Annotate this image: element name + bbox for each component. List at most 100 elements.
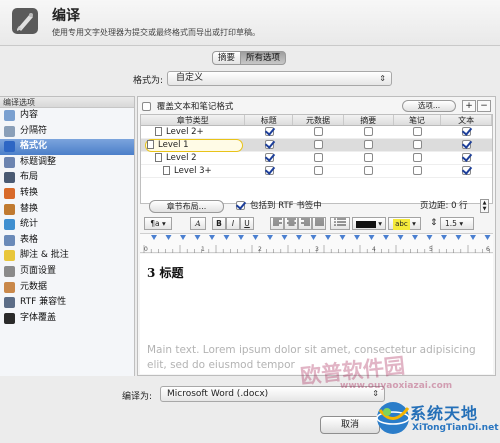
include-checkbox[interactable] — [462, 153, 472, 162]
sidebar-item-transform[interactable]: 转换 — [0, 186, 134, 202]
include-checkbox[interactable] — [313, 140, 323, 149]
include-checkbox[interactable] — [364, 166, 374, 175]
tab-stop-icon[interactable] — [470, 235, 476, 240]
font-button[interactable]: A — [190, 217, 206, 230]
include-checkbox[interactable] — [264, 153, 274, 162]
table-row[interactable]: Level 2+ — [141, 126, 492, 139]
include-checkbox[interactable] — [412, 153, 422, 162]
table-row[interactable]: Level 3+ — [141, 165, 492, 178]
highlight-button[interactable]: abc ▾ — [388, 217, 421, 230]
tab-stop-icon[interactable] — [412, 235, 418, 240]
include-checkbox[interactable] — [314, 127, 324, 136]
include-checkbox[interactable] — [462, 166, 472, 175]
text-color-button[interactable]: ▾ — [352, 217, 386, 230]
tab-summary[interactable]: 摘要 — [212, 51, 241, 65]
tab-stop-icon[interactable] — [484, 235, 491, 240]
bold-button[interactable]: B — [212, 217, 226, 230]
include-checkbox[interactable] — [412, 140, 422, 149]
margin-stepper[interactable]: ▲ ▼ — [480, 199, 489, 213]
include-checkbox[interactable] — [314, 153, 324, 162]
tab-stop-icon[interactable] — [296, 235, 302, 240]
sidebar-item-layout[interactable]: 布局 — [0, 170, 134, 186]
tab-stop-icon[interactable] — [455, 235, 462, 240]
tab-stop-icon[interactable] — [426, 235, 433, 240]
align-justify-button[interactable] — [312, 217, 326, 230]
tab-stop-icon[interactable] — [151, 235, 157, 240]
sidebar-item-metadata[interactable]: 元数据 — [0, 280, 134, 296]
tab-stop-icon[interactable] — [209, 235, 215, 240]
ruler-number: 1 — [201, 246, 205, 253]
italic-button[interactable]: I — [226, 217, 240, 230]
tab-stop-icon[interactable] — [325, 235, 331, 240]
include-checkbox[interactable] — [462, 127, 472, 136]
override-checkbox[interactable] — [142, 101, 151, 111]
col-header-metadata[interactable]: 元数据 — [293, 115, 344, 125]
sidebar-item-title-adjust[interactable]: 标题调整 — [0, 155, 134, 171]
rtf-bookmark-checkbox[interactable] — [236, 201, 245, 210]
tab-stop-icon[interactable] — [281, 235, 288, 240]
tab-stop-icon[interactable] — [368, 235, 375, 240]
underline-button[interactable]: U — [240, 217, 254, 230]
table-row[interactable]: Level 2 — [141, 152, 492, 165]
tab-stop-icon[interactable] — [339, 235, 346, 240]
sidebar-item-rtf[interactable]: RTF 兼容性 — [0, 295, 134, 311]
sidebar-item-table[interactable]: 表格 — [0, 233, 134, 249]
highlight-swatch: abc — [393, 219, 410, 230]
rtf-icon — [4, 297, 15, 309]
include-checkbox[interactable] — [264, 166, 274, 175]
align-right-button[interactable] — [298, 217, 312, 230]
tab-stop-icon[interactable] — [165, 235, 172, 240]
remove-level-button[interactable]: − — [477, 100, 491, 112]
col-header-synopsis[interactable]: 摘要 — [344, 115, 394, 125]
tab-stop-icon[interactable] — [252, 235, 259, 240]
col-header-title[interactable]: 标题 — [245, 115, 294, 125]
align-left-button[interactable] — [270, 217, 284, 230]
col-header-section-type[interactable]: 章节类型 — [141, 115, 246, 125]
align-center-button[interactable] — [284, 217, 298, 230]
list-button[interactable] — [330, 217, 350, 230]
include-checkbox[interactable] — [264, 140, 274, 149]
sidebar-item-page-setup[interactable]: 页面设置 — [0, 264, 134, 280]
col-header-notes[interactable]: 笔记 — [394, 115, 442, 125]
compile-for-label: 编译为: — [122, 392, 153, 402]
tab-stop-icon[interactable] — [310, 235, 317, 240]
sidebar-item-replace[interactable]: 替换 — [0, 202, 134, 218]
ruler[interactable]: 0 1 2 3 4 5 6 — [140, 233, 493, 253]
include-checkbox[interactable] — [412, 127, 422, 136]
tab-stop-icon[interactable] — [397, 235, 404, 240]
include-checkbox[interactable] — [412, 166, 422, 175]
tab-stop-icon[interactable] — [441, 235, 447, 240]
col-header-text[interactable]: 文本 — [441, 115, 492, 125]
cancel-button[interactable]: 取消 — [320, 416, 380, 434]
sidebar-item-statistics[interactable]: 统计 — [0, 217, 134, 233]
include-checkbox[interactable] — [462, 140, 472, 149]
add-level-button[interactable]: + — [462, 100, 476, 112]
tab-stop-icon[interactable] — [194, 235, 201, 240]
include-checkbox[interactable] — [364, 140, 374, 149]
include-checkbox[interactable] — [264, 127, 274, 136]
include-checkbox[interactable] — [314, 166, 324, 175]
paragraph-style-button[interactable]: ¶a ▾ — [144, 217, 172, 230]
tab-stop-icon[interactable] — [383, 235, 389, 240]
format-select[interactable]: 自定义 ⇕ — [167, 71, 392, 86]
include-checkbox[interactable] — [364, 127, 374, 136]
sidebar-item-font-override[interactable]: 字体覆盖 — [0, 311, 134, 327]
include-checkbox[interactable] — [364, 153, 374, 162]
tab-stop-icon[interactable] — [267, 235, 273, 240]
sidebar-item-formatting[interactable]: 格式化 — [0, 139, 134, 155]
sidebar-item-footnote[interactable]: 脚注 & 批注 — [0, 248, 134, 264]
tab-stop-icon[interactable] — [180, 235, 186, 240]
tab-stop-icon[interactable] — [238, 235, 244, 240]
table-row[interactable]: Level 1 — [141, 139, 492, 152]
tab-all-options[interactable]: 所有选项 — [240, 51, 286, 65]
sidebar-item-separator[interactable]: 分隔符 — [0, 124, 134, 140]
tab-stop-icon[interactable] — [354, 235, 360, 240]
chapter-layout-button[interactable]: 章节布局... — [149, 200, 224, 213]
sidebar-item-label: 字体覆盖 — [20, 312, 57, 323]
preview-editor[interactable]: 3 标题 Main text. Lorem ipsum dolor sit am… — [140, 254, 493, 374]
sidebar-item-contents[interactable]: 内容 — [0, 108, 134, 124]
line-spacing-select[interactable]: 1.5 ▾ — [440, 217, 474, 230]
rtf-bookmark-label: 包括到 RTF 书签中 — [250, 201, 322, 211]
tab-stop-icon[interactable] — [223, 235, 230, 240]
options-button[interactable]: 选项... — [402, 100, 456, 112]
